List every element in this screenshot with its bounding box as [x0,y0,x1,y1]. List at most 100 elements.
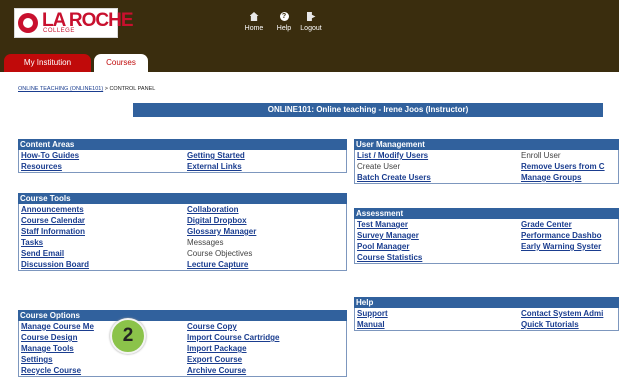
panel-row: Staff Information Glossary Manager [19,226,346,237]
getting-started-link[interactable]: Getting Started [187,150,245,161]
breadcrumb: ONLINE TEACHING (ONLINE101) > CONTROL PA… [18,86,155,92]
pool-manager-link[interactable]: Pool Manager [357,241,409,252]
breadcrumb-course-link[interactable]: ONLINE TEACHING (ONLINE101) [18,86,103,92]
header-tools: Home ? Help Logout [240,12,330,40]
announcements-link[interactable]: Announcements [21,204,84,215]
panel-row: Support Contact System Admi [355,308,618,319]
panel-header-assessment: Assessment [354,208,619,219]
messages-item: Messages [187,238,224,247]
tab-my-institution[interactable]: My Institution [4,54,91,72]
digital-dropbox-link[interactable]: Digital Dropbox [187,215,247,226]
panel-body: Support Contact System Admi Manual Quick… [354,308,619,331]
panel-row: Discussion Board Lecture Capture [19,259,346,270]
test-manager-link[interactable]: Test Manager [357,219,408,230]
panel-user-management: User Management List / Modify Users Enro… [354,139,619,184]
contact-system-admin-link[interactable]: Contact System Admi [521,308,603,319]
panel-row: Survey Manager Performance Dashbo [355,230,618,241]
tab-courses[interactable]: Courses [94,54,148,72]
create-user-item: Create User [357,162,401,171]
panel-body: Announcements Collaboration Course Calen… [18,204,347,271]
settings-link[interactable]: Settings [21,354,53,365]
staff-information-link[interactable]: Staff Information [21,226,85,237]
step-number-badge: 2 [110,318,146,354]
course-design-link[interactable]: Course Design [21,332,77,343]
panel-row: Send Email Course Objectives [19,248,346,259]
panel-row: Manage Course Me Course Copy [19,321,346,332]
breadcrumb-current: CONTROL PANEL [109,86,156,92]
how-to-guides-link[interactable]: How-To Guides [21,150,79,161]
panel-course-options: Course Options Manage Course Me Course C… [18,310,347,377]
panel-body: Manage Course Me Course Copy Course Desi… [18,321,347,377]
panel-row: Manage Tools Import Package [19,343,346,354]
panel-header-content-areas: Content Areas [18,139,347,150]
quick-tutorials-link[interactable]: Quick Tutorials [521,319,579,330]
logout-icon [306,12,316,21]
panel-row: How-To Guides Getting Started [19,150,346,161]
panel-content-areas: Content Areas How-To Guides Getting Star… [18,139,347,173]
glossary-manager-link[interactable]: Glossary Manager [187,226,256,237]
survey-manager-link[interactable]: Survey Manager [357,230,419,241]
manual-link[interactable]: Manual [357,319,385,330]
enroll-user-item: Enroll User [521,151,561,160]
panel-row: Course Design Import Course Cartridge [19,332,346,343]
support-link[interactable]: Support [357,308,388,319]
panel-row: Manual Quick Tutorials [355,319,618,330]
panel-header-user-management: User Management [354,139,619,150]
panel-row: Batch Create Users Manage Groups [355,172,618,183]
discussion-board-link[interactable]: Discussion Board [21,259,89,270]
panel-help: Help Support Contact System Admi Manual … [354,297,619,331]
grade-center-link[interactable]: Grade Center [521,219,572,230]
logout-button[interactable]: Logout [297,12,325,32]
home-button[interactable]: Home [240,12,268,32]
course-calendar-link[interactable]: Course Calendar [21,215,85,226]
manage-groups-link[interactable]: Manage Groups [521,172,581,183]
course-copy-link[interactable]: Course Copy [187,321,237,332]
list-modify-users-link[interactable]: List / Modify Users [357,150,428,161]
panel-row: Settings Export Course [19,354,346,365]
help-icon: ? [279,12,289,21]
batch-create-users-link[interactable]: Batch Create Users [357,172,431,183]
panel-row: Announcements Collaboration [19,204,346,215]
breadcrumb-separator: > [104,86,108,92]
panel-row: Course Statistics [355,252,618,263]
panel-row: Course Calendar Digital Dropbox [19,215,346,226]
panel-row: Pool Manager Early Warning Syster [355,241,618,252]
send-email-link[interactable]: Send Email [21,248,64,259]
panel-row: Resources External Links [19,161,346,172]
panel-course-tools: Course Tools Announcements Collaboration… [18,193,347,271]
manage-tools-link[interactable]: Manage Tools [21,343,74,354]
panel-header-help: Help [354,297,619,308]
collaboration-link[interactable]: Collaboration [187,204,239,215]
export-course-link[interactable]: Export Course [187,354,242,365]
lecture-capture-link[interactable]: Lecture Capture [187,259,248,270]
panel-header-course-options: Course Options [18,310,347,321]
tasks-link[interactable]: Tasks [21,237,43,248]
panel-row: Recycle Course Archive Course [19,365,346,376]
panel-body: How-To Guides Getting Started Resources … [18,150,347,173]
remove-users-link[interactable]: Remove Users from C [521,161,605,172]
header: LA ROCHE COLLEGE Home ? Help Logout My I… [0,0,619,72]
course-statistics-link[interactable]: Course Statistics [357,252,422,263]
external-links-link[interactable]: External Links [187,161,242,172]
course-objectives-item: Course Objectives [187,249,253,258]
logo-subtitle: COLLEGE [43,28,75,34]
panel-row: Tasks Messages [19,237,346,248]
panel-row: Create User Remove Users from C [355,161,618,172]
panel-row: Test Manager Grade Center [355,219,618,230]
help-label: Help [276,25,292,32]
performance-dashboard-link[interactable]: Performance Dashbo [521,230,601,241]
panel-assessment: Assessment Test Manager Grade Center Sur… [354,208,619,264]
resources-link[interactable]: Resources [21,161,62,172]
archive-course-link[interactable]: Archive Course [187,365,246,376]
la-roche-logo[interactable]: LA ROCHE COLLEGE [14,8,134,38]
home-label: Home [244,25,264,32]
early-warning-system-link[interactable]: Early Warning Syster [521,241,601,252]
help-button[interactable]: ? Help [270,12,298,32]
import-course-cartridge-link[interactable]: Import Course Cartridge [187,332,279,343]
home-icon [249,12,259,21]
logout-label: Logout [300,25,322,32]
panel-body: List / Modify Users Enroll User Create U… [354,150,619,184]
recycle-course-link[interactable]: Recycle Course [21,365,81,376]
manage-course-menu-link[interactable]: Manage Course Me [21,321,94,332]
import-package-link[interactable]: Import Package [187,343,247,354]
